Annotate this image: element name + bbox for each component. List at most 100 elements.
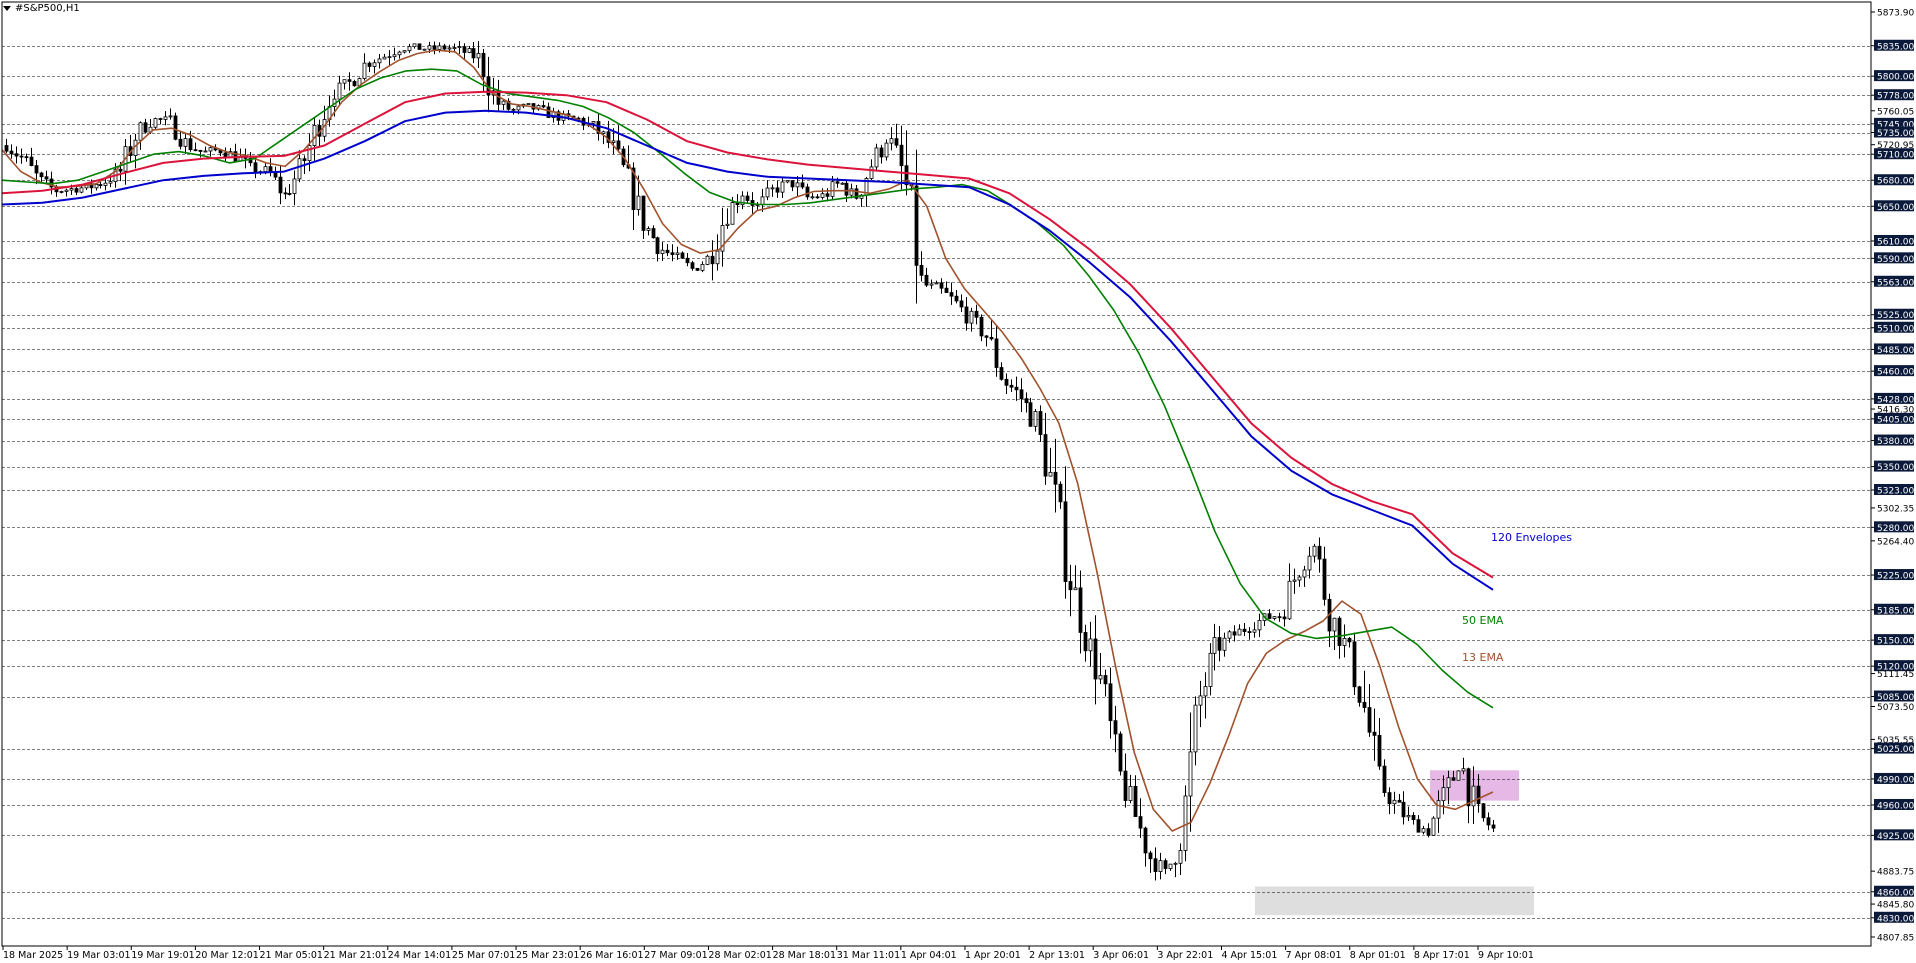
y-tick-label: 5302.35 (1877, 504, 1914, 514)
candle-body (1188, 751, 1193, 797)
x-tick-label: 18 Mar 2025 (3, 950, 63, 961)
candle-body (108, 181, 113, 184)
candle (805, 183, 810, 200)
candle (1257, 613, 1262, 638)
candle-body (392, 54, 397, 58)
candle (193, 142, 198, 152)
candle (601, 130, 606, 145)
candle (1362, 670, 1367, 713)
candle-body (949, 292, 954, 297)
candle (675, 246, 680, 260)
candle (173, 112, 178, 141)
candle (1481, 803, 1486, 822)
candle-body (541, 105, 546, 108)
candle (158, 117, 163, 125)
candle (29, 147, 34, 167)
candle (840, 182, 845, 185)
x-tick-label: 28 Mar 18:01 (773, 950, 836, 961)
candle (665, 244, 670, 257)
candle (815, 194, 820, 199)
candle-body (1486, 817, 1491, 826)
candle-body (805, 186, 810, 198)
candle-body (1367, 707, 1372, 733)
candle (412, 43, 417, 49)
candle (402, 50, 407, 54)
candle-body (24, 156, 29, 159)
candle-body (1257, 620, 1262, 631)
candle-body (59, 191, 64, 193)
y-tick-label: 5610.00 (1877, 237, 1914, 247)
candle (98, 181, 103, 189)
candle (198, 149, 203, 158)
candle-body (198, 149, 203, 152)
candle-body (924, 274, 929, 286)
candle-body (452, 47, 457, 49)
candle-body (889, 138, 894, 144)
candle (1222, 632, 1227, 657)
candle-body (655, 237, 660, 255)
candle-body (919, 264, 924, 276)
candle-body (1436, 800, 1441, 819)
candle (1431, 816, 1436, 836)
candle (919, 251, 924, 282)
candle-body (835, 181, 840, 184)
candle (1108, 667, 1113, 739)
candle-body (934, 282, 939, 285)
y-tick-label: 5835.00 (1877, 42, 1914, 52)
candle (1143, 826, 1148, 867)
candle-body (69, 188, 74, 191)
y-tick-label: 5264.40 (1877, 537, 1914, 547)
candle-body (914, 185, 919, 266)
candle-body (1357, 686, 1362, 703)
y-tick-label: 4830.00 (1877, 914, 1914, 924)
y-tick-label: 5085.00 (1877, 693, 1914, 703)
candle-body (407, 46, 412, 52)
y-tick-label: 4883.75 (1877, 868, 1914, 878)
candle (1028, 397, 1033, 427)
candle-body (1287, 580, 1292, 620)
candle (327, 95, 332, 127)
candle (1188, 712, 1193, 832)
candle-body (1431, 817, 1436, 836)
candle (1287, 563, 1292, 620)
candle (367, 61, 372, 72)
candle (949, 282, 954, 305)
candle-body (362, 62, 367, 79)
candle (655, 236, 660, 262)
y-tick-label: 5280.00 (1877, 524, 1914, 534)
candle-body (1406, 815, 1411, 818)
candle-body (1471, 785, 1476, 807)
candle (163, 111, 168, 126)
candle-body (641, 195, 646, 231)
candle-body (183, 138, 188, 147)
y-tick-label: 5225.00 (1877, 572, 1914, 582)
candle-body (800, 182, 805, 188)
candle (765, 180, 770, 201)
candle-body (1073, 587, 1078, 591)
candle-body (1277, 616, 1282, 619)
candle-body (337, 82, 342, 100)
candle-body (1411, 815, 1416, 821)
candle-body (292, 178, 297, 194)
candle (1416, 815, 1421, 833)
candle (780, 178, 785, 199)
candle-body (959, 300, 964, 308)
candle-body (1446, 777, 1451, 789)
candle (1053, 438, 1058, 513)
candle (128, 134, 133, 163)
candle-body (974, 310, 979, 318)
candle (954, 289, 959, 304)
candle-body (193, 149, 198, 152)
y-tick-label: 5111.45 (1877, 670, 1914, 680)
candle-body (511, 108, 516, 111)
candle-body (1297, 576, 1302, 581)
candle (1043, 412, 1048, 485)
candle-body (377, 58, 382, 64)
candle-body (1208, 652, 1213, 687)
candle-body (1078, 587, 1083, 633)
candle-body (412, 43, 417, 48)
price-chart[interactable]: 5873.905835.005800.005778.005760.055745.… (0, 0, 1916, 963)
annotation-label: 13 EMA (1462, 651, 1504, 664)
candle (1009, 379, 1014, 392)
candle-body (591, 121, 596, 124)
